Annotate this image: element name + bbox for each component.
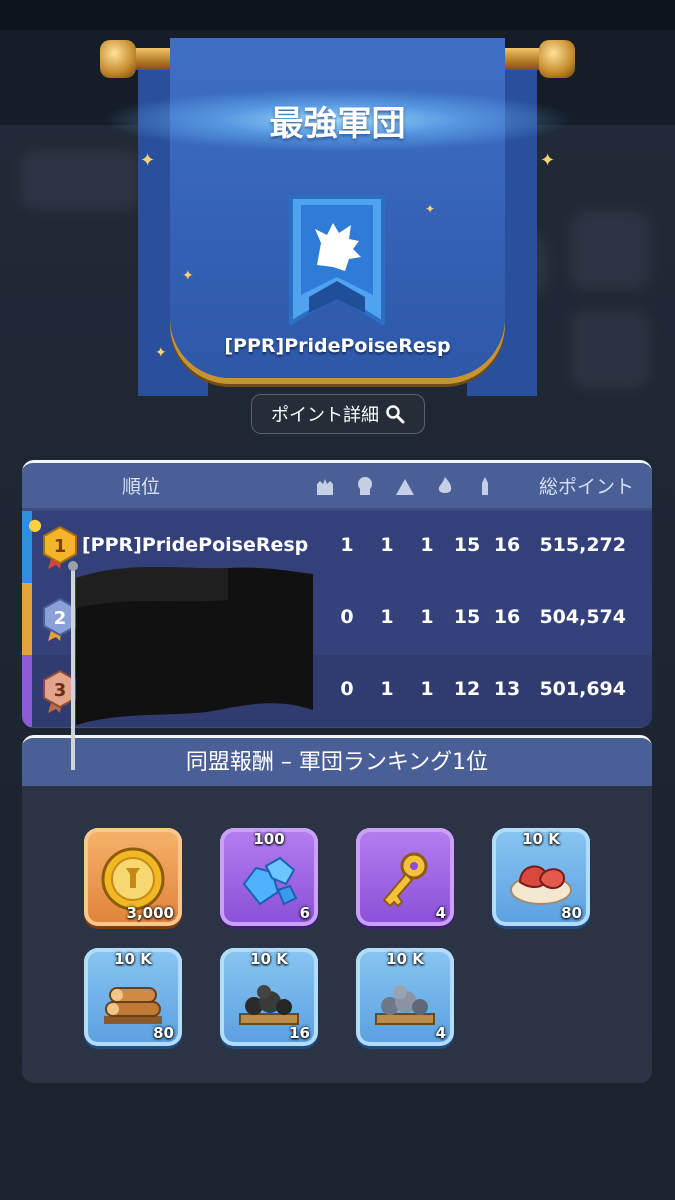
reward-quantity: 6 [299, 904, 310, 922]
reward-quantity: 4 [435, 1024, 446, 1042]
score-cell: 16 [493, 534, 521, 556]
fortress-icon [317, 479, 333, 495]
wolf-emblem-icon [289, 195, 385, 325]
score-cell: 0 [340, 678, 354, 700]
banner-title: 最強軍団 [269, 104, 406, 144]
sparkle-icon: ✦ [182, 268, 194, 284]
iron-ore-icon [375, 985, 435, 1025]
gold-key-icon [382, 852, 428, 908]
tower-icon [482, 477, 488, 495]
reward-quantity: 80 [561, 904, 582, 922]
sparkle-icon: ✦ [425, 202, 436, 216]
alliance-name: [PPR]PridePoiseResp [82, 534, 309, 556]
rank-stripe [22, 583, 32, 655]
reward-item[interactable]: 10 K 16 [220, 948, 318, 1046]
blue-gems-icon [242, 856, 298, 906]
flame-icon [438, 477, 452, 493]
reward-item[interactable]: 10 K 80 [84, 948, 182, 1046]
rewards-panel: 同盟報酬 – 軍団ランキング1位 3,000 100 6 4 10 K 80 1… [22, 735, 652, 1083]
reward-amount-label: 10 K [114, 950, 152, 968]
score-cell: 12 [453, 678, 481, 700]
points-detail-button[interactable]: ポイント詳細 [251, 394, 425, 434]
ranking-header: 順位 総ポイント [22, 463, 652, 508]
score-cell: 1 [420, 678, 434, 700]
total-points: 515,272 [539, 534, 626, 556]
reward-quantity: 16 [289, 1024, 310, 1042]
medal-rank-number: 1 [54, 536, 67, 557]
points-detail-label: ポイント詳細 [271, 405, 379, 426]
total-points: 504,574 [539, 606, 626, 628]
reward-item[interactable]: 100 6 [220, 828, 318, 926]
score-cell: 1 [380, 678, 394, 700]
rank-stripe [22, 655, 32, 727]
total-points: 501,694 [539, 678, 626, 700]
rod-cap-right [539, 40, 575, 78]
alliance-name: [PPR]PridePoiseResp [224, 335, 451, 357]
reward-amount-label: 10 K [386, 950, 424, 968]
sparkle-icon: ✦ [540, 150, 556, 171]
black-flag-icon [68, 561, 313, 770]
score-cell: 1 [340, 534, 354, 556]
medal-rank-number: 3 [54, 680, 67, 701]
score-cell: 15 [453, 534, 481, 556]
score-cell: 1 [380, 606, 394, 628]
score-cell: 16 [493, 606, 521, 628]
sparkle-icon: ✦ [155, 345, 167, 361]
reward-quantity: 4 [435, 904, 446, 922]
reward-item[interactable]: 10 K 80 [492, 828, 590, 926]
reward-item[interactable]: 4 [356, 828, 454, 926]
reward-quantity: 80 [153, 1024, 174, 1042]
score-cell: 1 [380, 534, 394, 556]
reward-amount-label: 100 [253, 830, 285, 848]
reward-quantity: 3,000 [126, 904, 174, 922]
sparkle-icon: ✦ [140, 150, 156, 171]
score-cell: 0 [340, 606, 354, 628]
medal-rank-number: 2 [54, 608, 67, 629]
rod-cap-left [100, 40, 136, 78]
score-cell: 1 [420, 606, 434, 628]
reward-amount-label: 10 K [522, 830, 560, 848]
alliance-banner: 最強軍団 [PPR]PridePoiseResp ✦ ✦ ✦ ✦ ✦ [100, 30, 575, 430]
reward-item[interactable]: 3,000 [84, 828, 182, 926]
score-cell: 13 [493, 678, 521, 700]
reward-amount-label: 10 K [250, 950, 288, 968]
reward-item[interactable]: 10 K 4 [356, 948, 454, 1046]
skull-icon [358, 477, 372, 495]
total-points-column-header: 総ポイント [538, 476, 634, 498]
magnifier-icon [386, 405, 405, 424]
score-cell: 1 [420, 534, 434, 556]
score-cell: 15 [453, 606, 481, 628]
camp-icon [396, 479, 414, 495]
rank-column-header: 順位 [122, 476, 161, 498]
